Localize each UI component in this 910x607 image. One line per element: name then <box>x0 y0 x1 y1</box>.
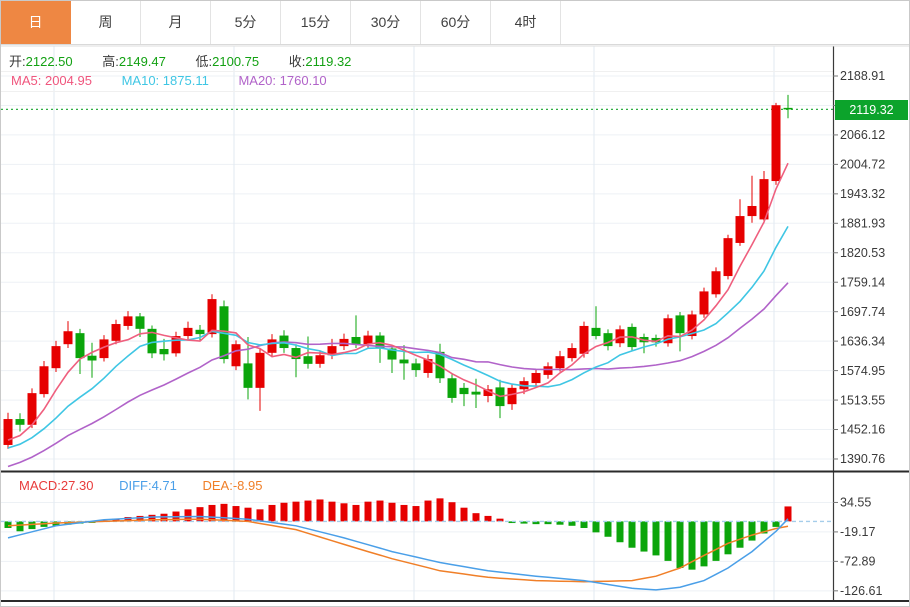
candlestick-chart[interactable]: 2188.912127.512066.122004.721943.321881.… <box>1 1 909 606</box>
ma5-line <box>8 163 788 440</box>
price-axis-labels: 2188.912127.512066.122004.721943.321881.… <box>833 69 885 466</box>
macd-value: 27.30 <box>61 478 94 493</box>
dea-value: -8.95 <box>233 478 263 493</box>
ma5-value: 2004.95 <box>45 73 92 88</box>
tab-5分[interactable]: 5分 <box>211 1 281 44</box>
price-tick-1390.76: 1390.76 <box>840 452 885 466</box>
price-tick-2066.12: 2066.12 <box>840 128 885 142</box>
macd-tick-34.55: 34.55 <box>840 496 871 510</box>
ma5-label: MA5: <box>11 73 41 88</box>
open-value: 2122.50 <box>26 54 73 69</box>
timeframe-tabs: 日周月5分15分30分60分4时 <box>1 1 909 45</box>
high-label: 高: <box>102 54 119 69</box>
ma5-line <box>8 163 788 440</box>
price-tick-1636.34: 1636.34 <box>840 334 885 348</box>
current-price-tag: 2119.32 <box>835 100 908 120</box>
macd-histogram <box>5 498 792 569</box>
ohlc-legend: 开:2122.50 高:2149.47 低:2100.75 收:2119.32 <box>9 51 377 70</box>
price-tick-1881.93: 1881.93 <box>840 217 885 231</box>
dea-label: DEA: <box>203 478 233 493</box>
price-tick-1943.32: 1943.32 <box>840 187 885 201</box>
macd-tick--126.61: -126.61 <box>840 584 882 598</box>
close-label: 收: <box>289 54 306 69</box>
close-value: 2119.32 <box>305 54 351 69</box>
price-tick-1820.53: 1820.53 <box>840 246 885 260</box>
price-tick-1452.16: 1452.16 <box>840 423 885 437</box>
tab-15分[interactable]: 15分 <box>281 1 351 44</box>
ma10-value: 1875.11 <box>163 73 209 88</box>
tab-日[interactable]: 日 <box>1 1 71 44</box>
price-tick-2004.72: 2004.72 <box>840 158 885 172</box>
diff-label: DIFF: <box>119 478 152 493</box>
tab-4时[interactable]: 4时 <box>491 1 561 44</box>
price-tick-1574.95: 1574.95 <box>840 364 885 378</box>
macd-legend: MACD:27.30 DIFF:4.71 DEA:-8.95 <box>19 478 288 493</box>
macd-tick--19.17: -19.17 <box>840 525 875 539</box>
macd-axis-labels: 34.55 -19.17 -72.89 -126.61 <box>833 496 882 598</box>
ma20-line <box>8 283 788 467</box>
high-value: 2149.47 <box>119 54 166 69</box>
ma20-line <box>8 283 788 467</box>
diff-value: 4.71 <box>152 478 177 493</box>
trading-chart-app: 日周月5分15分30分60分4时 2188.912127.512066.1220… <box>0 0 910 607</box>
open-label: 开: <box>9 54 26 69</box>
macd-label: MACD: <box>19 478 61 493</box>
tab-60分[interactable]: 60分 <box>421 1 491 44</box>
candles <box>4 95 793 449</box>
tab-30分[interactable]: 30分 <box>351 1 421 44</box>
tab-月[interactable]: 月 <box>141 1 211 44</box>
ma-legend: MA5: 2004.95 MA10: 1875.11 MA20: 1760.10 <box>11 73 353 88</box>
ma20-label: MA20: <box>238 73 276 88</box>
macd-tick--72.89: -72.89 <box>840 555 875 569</box>
tab-周[interactable]: 周 <box>71 1 141 44</box>
ma20-value: 1760.10 <box>280 73 327 88</box>
ma10-label: MA10: <box>122 73 160 88</box>
price-tick-1759.14: 1759.14 <box>840 275 885 289</box>
price-tick-2188.91: 2188.91 <box>840 69 885 83</box>
price-tick-1513.55: 1513.55 <box>840 393 885 407</box>
low-label: 低: <box>196 54 213 69</box>
price-tick-1697.74: 1697.74 <box>840 305 885 319</box>
low-value: 2100.75 <box>212 54 259 69</box>
